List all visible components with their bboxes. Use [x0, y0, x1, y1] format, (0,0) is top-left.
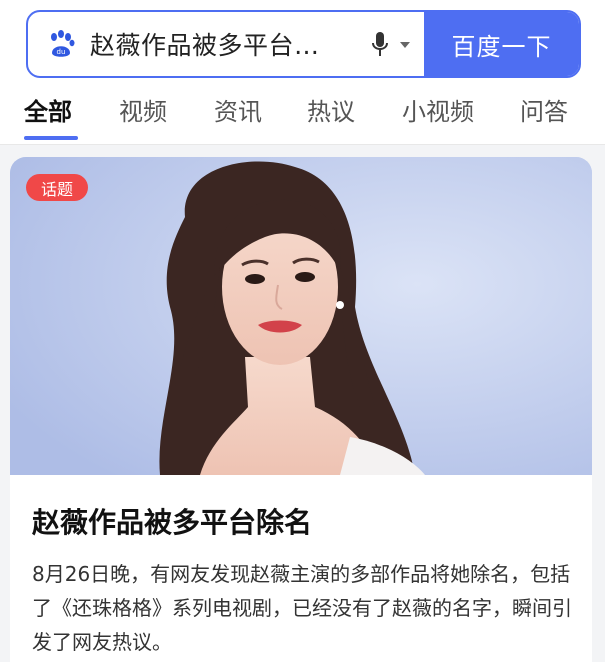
topic-card[interactable]: 话题 赵薇作品被多平台除名 8月26日晚，有网友发现赵薇主演的多部作品将她除名，…	[10, 157, 592, 662]
topic-photo[interactable]: 话题	[10, 157, 592, 475]
baidu-paw-icon: du	[51, 30, 75, 57]
portrait-illustration	[10, 157, 592, 475]
tab-news[interactable]: 资讯	[214, 92, 262, 127]
search-bar: du 赵薇作品被多平台… 百度一下	[26, 10, 581, 78]
tab-all[interactable]: 全部	[24, 92, 72, 127]
tab-discussion[interactable]: 热议	[307, 92, 355, 127]
search-results-page: du 赵薇作品被多平台… 百度一下 全部 视频 资讯 热议 小视频 问答 话题 …	[0, 0, 605, 662]
card-title[interactable]: 赵薇作品被多平台除名	[32, 501, 312, 541]
caret-down-icon[interactable]	[399, 41, 411, 49]
microphone-icon[interactable]	[370, 31, 390, 59]
active-tab-indicator	[24, 136, 78, 140]
result-tabs: 全部 视频 资讯 热议 小视频 问答	[0, 92, 605, 142]
tab-short-video[interactable]: 小视频	[402, 92, 474, 127]
svg-text:du: du	[57, 48, 66, 56]
search-button[interactable]: 百度一下	[424, 12, 579, 76]
card-description: 8月26日晚，有网友发现赵薇主演的多部作品将她除名，包括了《还珠格格》系列电视剧…	[32, 562, 572, 654]
topic-badge: 话题	[26, 174, 88, 201]
tab-qa[interactable]: 问答	[520, 92, 568, 127]
search-query-text: 赵薇作品被多平台…	[90, 31, 320, 60]
search-input[interactable]: du 赵薇作品被多平台…	[28, 12, 424, 76]
tab-video[interactable]: 视频	[119, 92, 167, 127]
